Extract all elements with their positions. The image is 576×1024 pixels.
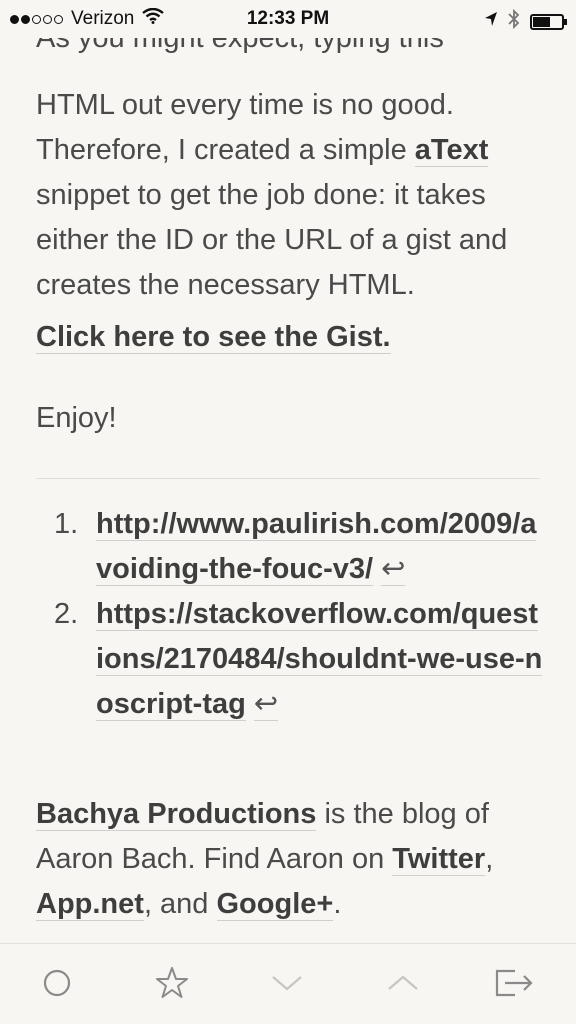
footnote-backref-link[interactable]: ↩ (253, 688, 279, 721)
bio-text: , (485, 843, 494, 875)
footnote-number: 2. (54, 598, 79, 630)
chevron-up-icon (386, 973, 420, 998)
circle-icon (42, 968, 72, 1003)
star-icon (155, 966, 189, 1005)
article-content[interactable]: As you might expect, typing this HTML ou… (0, 0, 576, 944)
footnote-link[interactable]: http://www.paulirish.com/2009/avoiding-t… (96, 508, 537, 586)
share-icon (495, 968, 535, 1003)
footnote-link[interactable]: https://stackoverflow.com/questions/2170… (96, 598, 543, 721)
footnote-divider (36, 478, 540, 479)
footnote-item: 1. http://www.paulirish.com/2009/avoidin… (36, 502, 546, 592)
star-button[interactable] (155, 966, 189, 1005)
twitter-link[interactable]: Twitter (392, 843, 486, 876)
paragraph-text: snippet to get the job done: it takes ei… (36, 179, 508, 301)
bottom-toolbar (0, 943, 576, 1024)
status-bar: Verizon 12:33 PM (0, 0, 576, 38)
chevron-down-icon (270, 973, 304, 998)
author-bio: Bachya Productions is the blog of Aaron … (36, 792, 546, 927)
gist-paragraph: Click here to see the Gist. (36, 315, 391, 360)
article-paragraph: HTML out every time is no good. Therefor… (36, 83, 546, 308)
bluetooth-icon (508, 8, 520, 35)
atext-link[interactable]: aText (414, 134, 489, 167)
next-item-button[interactable] (270, 968, 304, 1002)
enjoy-text: Enjoy! (36, 402, 117, 434)
footnotes-list: 1. http://www.paulirish.com/2009/avoidin… (36, 502, 546, 727)
gist-link[interactable]: Click here to see the Gist. (36, 321, 391, 354)
googleplus-link[interactable]: Google+ (216, 888, 334, 921)
footnote-item: 2. https://stackoverflow.com/questions/2… (36, 592, 546, 727)
footnote-backref-link[interactable]: ↩ (381, 553, 406, 586)
battery-nub (564, 19, 567, 25)
location-arrow-icon (484, 11, 498, 33)
battery-icon (530, 14, 567, 30)
blog-link[interactable]: Bachya Productions (36, 798, 317, 831)
footnote-number: 1. (54, 508, 79, 540)
appnet-link[interactable]: App.net (36, 888, 144, 921)
bio-text: , and (143, 888, 217, 920)
battery-fill (533, 17, 550, 27)
paragraph-text: HTML out every time is no good. Therefor… (36, 89, 454, 166)
previous-item-button[interactable] (386, 968, 420, 1002)
status-right (474, 8, 567, 35)
mark-read-button[interactable] (40, 968, 74, 1002)
share-button[interactable] (495, 968, 535, 1003)
bio-text: . (333, 888, 342, 920)
